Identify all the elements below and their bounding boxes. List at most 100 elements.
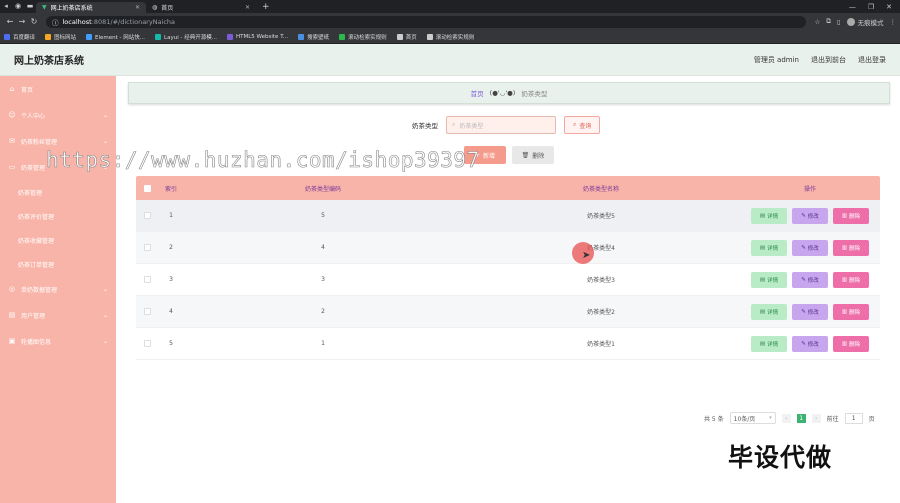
- back-icon[interactable]: ←: [4, 17, 16, 26]
- detail-label: 详情: [767, 213, 779, 220]
- window-icon[interactable]: ▬: [24, 0, 36, 13]
- search-form: 奶茶类型 ⌕ 奶茶类型 ⌕ 查询: [412, 116, 601, 134]
- search-button[interactable]: ⌕ 查询: [564, 116, 601, 134]
- select-all-checkbox[interactable]: [143, 184, 151, 192]
- edit-button[interactable]: ✎ 修改: [792, 271, 828, 288]
- delete-label: 删除: [849, 341, 861, 348]
- sidebar-subitem[interactable]: 奶茶订单管理: [0, 252, 116, 276]
- bookmark-item[interactable]: Element - 网站快...: [86, 33, 145, 41]
- chevron-down-icon: ⌄: [102, 285, 108, 293]
- sidebar-item[interactable]: ▣ 轮播图信息 ⌄: [0, 328, 116, 354]
- sidebar-item-label: 奶茶粉丝管理: [21, 138, 58, 146]
- sidebar-subitem[interactable]: 奶茶管理: [0, 180, 116, 204]
- breadcrumb-current: 奶茶类型: [521, 90, 548, 98]
- bookmark-favicon-icon: [4, 33, 10, 40]
- tab-menu-icon[interactable]: ◂: [0, 0, 12, 13]
- url-host: localhost: [62, 17, 92, 26]
- edit-button[interactable]: ✎ 修改: [792, 303, 828, 320]
- forward-icon[interactable]: →: [16, 17, 28, 26]
- url-input[interactable]: ⓘ localhost:8081/#/dictionaryNaicha: [46, 15, 806, 28]
- group-icon: ▤: [8, 311, 16, 319]
- row-checkbox[interactable]: [143, 340, 151, 347]
- sidebar-item[interactable]: ⌂ 首页: [0, 76, 116, 102]
- bookmark-favicon-icon: [86, 33, 93, 40]
- bookmark-item[interactable]: 百度翻译: [4, 33, 35, 41]
- chevron-down-icon: ⌄: [102, 137, 108, 145]
- bookmark-favicon-icon: [226, 33, 233, 40]
- sidebar-subitem[interactable]: 奶茶评价管理: [0, 204, 116, 228]
- pencil-icon: ✎: [801, 244, 806, 251]
- browser-tab-active[interactable]: ▼ 网上奶茶店系统 ✕: [36, 2, 146, 13]
- cell-name: 奶茶类型5: [587, 213, 615, 220]
- bookmark-item[interactable]: 首页: [396, 33, 417, 41]
- bookmark-favicon-icon: [45, 33, 52, 40]
- maximize-icon[interactable]: ❐: [868, 3, 874, 11]
- cell-name: 奶茶类型4: [587, 245, 615, 252]
- monitor-icon: ▭: [8, 163, 16, 171]
- row-checkbox[interactable]: [143, 308, 151, 315]
- page-number-current[interactable]: 1: [796, 413, 806, 423]
- sidepanel-icon[interactable]: ▯: [837, 18, 841, 26]
- cell-name: 奶茶类型3: [587, 277, 615, 284]
- cell-code: 5: [321, 212, 325, 219]
- close-window-icon[interactable]: ✕: [886, 3, 892, 11]
- tab-close-icon[interactable]: ✕: [245, 4, 250, 11]
- detail-button[interactable]: ▤ 详情: [751, 207, 787, 224]
- sidebar-item[interactable]: ▭ 奶茶管理 ⌄: [0, 154, 116, 180]
- detail-button[interactable]: ▤ 详情: [751, 303, 787, 320]
- logout-link[interactable]: 退出登录: [858, 55, 886, 65]
- sidebar-item-label: 个人中心: [21, 112, 46, 120]
- sidebar-item-label: 奶茶管理: [21, 164, 46, 172]
- prev-page-button[interactable]: ‹: [781, 413, 791, 423]
- incognito-badge[interactable]: 无痕模式: [846, 17, 884, 27]
- goto-page-input[interactable]: 1: [844, 412, 863, 424]
- star-icon[interactable]: ☆: [814, 18, 820, 26]
- delete-button[interactable]: ▥ 删除: [833, 335, 869, 352]
- detail-button[interactable]: ▤ 详情: [751, 335, 787, 352]
- bookmark-item[interactable]: 滚动检索实规则: [339, 33, 387, 41]
- next-page-button[interactable]: ›: [811, 413, 821, 423]
- bookmark-item[interactable]: HTML5 Website T...: [226, 33, 288, 40]
- bookmark-favicon-icon: [426, 33, 433, 40]
- reload-icon[interactable]: ↻: [28, 17, 40, 26]
- search-input[interactable]: ⌕ 奶茶类型: [446, 116, 556, 134]
- row-checkbox[interactable]: [143, 244, 151, 251]
- bookmark-item[interactable]: 搜索壁纸: [298, 33, 329, 41]
- batch-delete-button[interactable]: 🗑 删除: [512, 146, 554, 164]
- row-checkbox[interactable]: [143, 276, 151, 283]
- new-tab-icon[interactable]: +: [256, 2, 276, 12]
- add-button[interactable]: + 新增: [464, 146, 506, 164]
- detail-button[interactable]: ▤ 详情: [751, 239, 787, 256]
- total-count: 共 5 条: [704, 415, 724, 423]
- bookmark-item[interactable]: 滚动检索实规则: [426, 33, 474, 41]
- detail-button[interactable]: ▤ 详情: [751, 271, 787, 288]
- more-icon[interactable]: ⋮: [890, 18, 897, 26]
- edit-button[interactable]: ✎ 修改: [792, 239, 828, 256]
- bookmark-item[interactable]: 图标网站: [45, 33, 76, 41]
- bookmark-item[interactable]: Layui - 经典开源模...: [155, 33, 217, 41]
- page-size-select[interactable]: 10条/页 ▾: [729, 412, 776, 424]
- current-user: 管理员 admin: [753, 55, 799, 64]
- cell-index: 4: [169, 308, 173, 315]
- edit-button[interactable]: ✎ 修改: [792, 335, 828, 352]
- row-checkbox[interactable]: [143, 212, 151, 219]
- delete-button[interactable]: ▥ 删除: [833, 271, 869, 288]
- sidebar-subitem[interactable]: 奶茶收藏管理: [0, 228, 116, 252]
- back-to-front-link[interactable]: 退出到前台: [811, 55, 846, 65]
- delete-button[interactable]: ▥ 删除: [833, 303, 869, 320]
- sidebar-item[interactable]: ▤ 用户管理 ⌄: [0, 302, 116, 328]
- tab-close-icon[interactable]: ✕: [135, 4, 140, 11]
- breadcrumb-home[interactable]: 首页: [471, 88, 484, 98]
- delete-button[interactable]: ▥ 删除: [833, 239, 869, 256]
- document-icon: ▤: [759, 308, 766, 315]
- delete-button[interactable]: ▥ 删除: [833, 207, 869, 224]
- browser-tab[interactable]: ◍ 首页 ✕: [146, 2, 256, 13]
- minimize-icon[interactable]: —: [849, 3, 856, 11]
- sidebar-item[interactable]: ✉ 奶茶粉丝管理 ⌄: [0, 128, 116, 154]
- edit-button[interactable]: ✎ 修改: [792, 207, 828, 224]
- extensions-icon[interactable]: ⧉: [826, 17, 831, 26]
- sidebar-item[interactable]: ☺ 个人中心 ⌄: [0, 102, 116, 128]
- table-row: 2 4 奶茶类型4 ▤ 详情 ✎ 修改 ▥ 删除: [136, 232, 880, 264]
- sidebar-item[interactable]: ◎ 单奶数据管理 ⌄: [0, 276, 116, 302]
- document-icon: ▤: [759, 276, 766, 283]
